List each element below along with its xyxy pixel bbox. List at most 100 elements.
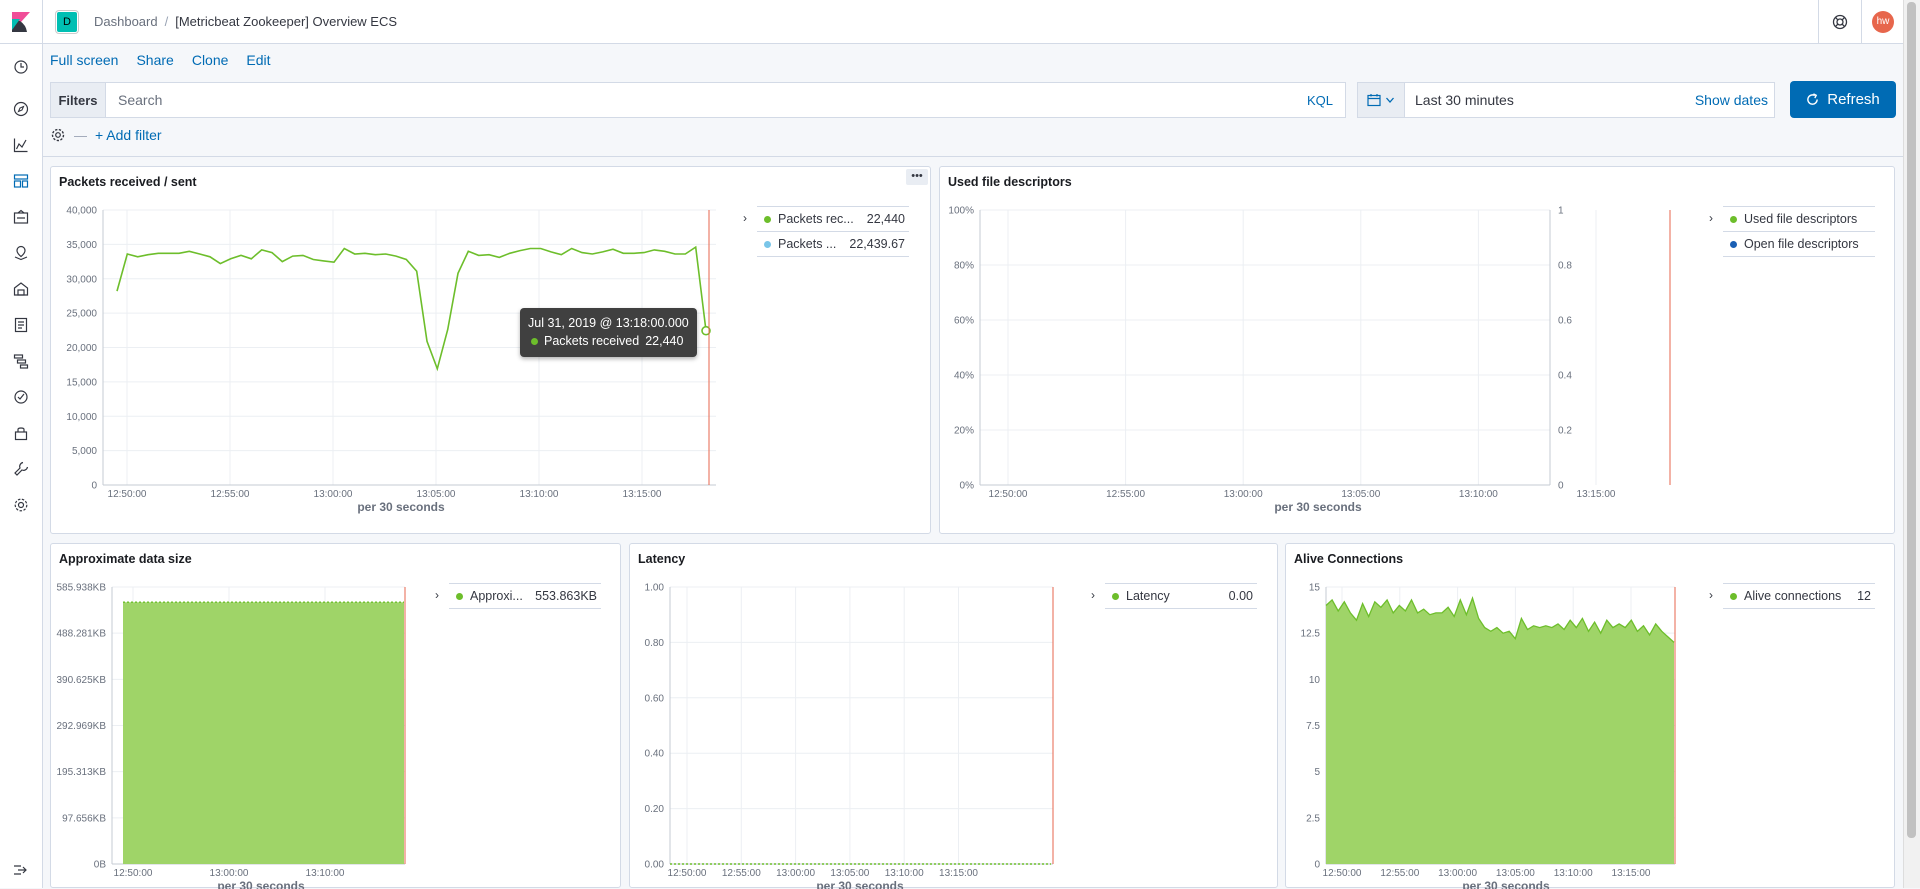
- legend-toggle-button[interactable]: ›: [1091, 588, 1095, 602]
- y-tick-label: 12.5: [1301, 629, 1321, 640]
- nav-management[interactable]: [12, 496, 30, 514]
- page-scrollbar[interactable]: [1903, 0, 1920, 888]
- legend-item[interactable]: Alive connections 12: [1723, 583, 1875, 609]
- y-tick-label: 80%: [954, 261, 974, 272]
- y-tick-label: 0.00: [645, 860, 665, 871]
- legend: Approxi... 553.863KB: [449, 583, 601, 609]
- kibana-logo[interactable]: [0, 0, 43, 43]
- legend: Packets rec... 22,440 Packets ... 22,439…: [757, 206, 909, 257]
- y-tick-label: 390.625KB: [57, 675, 107, 686]
- legend-item[interactable]: Approxi... 553.863KB: [449, 583, 601, 609]
- x-tick-label: 13:10:00: [1459, 489, 1498, 500]
- legend-toggle-button[interactable]: ›: [743, 211, 747, 225]
- dashboard-icon: [13, 174, 29, 188]
- x-tick-label: 13:15:00: [1612, 868, 1651, 879]
- nav-logs[interactable]: [12, 316, 30, 334]
- top-header: D Dashboard / [Metricbeat Zookeeper] Ove…: [0, 0, 1904, 44]
- scrollbar-thumb[interactable]: [1907, 2, 1916, 838]
- help-menu-button[interactable]: [1818, 0, 1861, 43]
- edit-link[interactable]: Edit: [246, 52, 270, 68]
- series-area: [123, 602, 404, 864]
- breadcrumb-dashboard[interactable]: Dashboard: [94, 14, 158, 29]
- time-range-label[interactable]: Last 30 minutes: [1405, 92, 1695, 108]
- y-tick-label: 40,000: [66, 206, 97, 217]
- y-tick-label: 97.656KB: [62, 813, 106, 824]
- y-tick-label: 2.5: [1306, 813, 1320, 824]
- kql-toggle[interactable]: KQL: [1307, 93, 1333, 108]
- tooltip-label: Packets received: [544, 334, 640, 348]
- nav-uptime[interactable]: [12, 388, 30, 406]
- full-screen-link[interactable]: Full screen: [50, 52, 118, 68]
- legend: Used file descriptors Open file descript…: [1723, 206, 1875, 257]
- nav-siem[interactable]: [12, 424, 30, 442]
- nav-apm[interactable]: [12, 352, 30, 370]
- search-input[interactable]: [106, 84, 1307, 116]
- clock-icon: [14, 60, 28, 74]
- y-tick-label: 20,000: [66, 343, 97, 354]
- maps-icon: [14, 245, 28, 261]
- panel-data-size: Approximate data size 0B 97.656KB 195.313K…: [50, 543, 621, 889]
- avatar: hw: [1872, 10, 1894, 33]
- x-tick-label: 13:10:00: [1554, 868, 1593, 879]
- help-icon: [1832, 14, 1848, 29]
- lock-icon: [14, 427, 28, 441]
- y-tick-label-right: 0.4: [1558, 371, 1572, 382]
- legend-dot: [1112, 592, 1119, 600]
- nav-dev-tools[interactable]: [12, 460, 30, 478]
- legend-toggle-button[interactable]: ›: [1709, 588, 1713, 602]
- legend-toggle-button[interactable]: ›: [1709, 211, 1713, 225]
- x-tick-label: 12:50:00: [108, 489, 147, 500]
- legend-item[interactable]: Used file descriptors: [1723, 206, 1875, 232]
- x-tick-label: 13:15:00: [939, 868, 978, 879]
- x-tick-label: 12:55:00: [1106, 489, 1145, 500]
- legend-value: 22,440: [866, 212, 905, 226]
- nav-recently-viewed[interactable]: [12, 58, 30, 76]
- wrench-icon: [14, 461, 29, 476]
- collapse-arrow-icon: [14, 865, 27, 875]
- quick-select-button[interactable]: [1358, 83, 1405, 117]
- y-tick-label: 488.281KB: [57, 629, 107, 640]
- nav-discover[interactable]: [12, 100, 30, 118]
- x-tick-label: 13:15:00: [623, 489, 662, 500]
- legend-toggle-button[interactable]: ›: [435, 588, 439, 602]
- nav-dashboard[interactable]: [12, 172, 30, 190]
- show-dates-link[interactable]: Show dates: [1695, 92, 1768, 108]
- kibana-logo-icon: [12, 11, 30, 32]
- legend-item[interactable]: Packets rec... 22,440: [757, 206, 909, 232]
- x-tick-label: 13:00:00: [776, 868, 815, 879]
- x-tick-label: 13:00:00: [314, 489, 353, 500]
- add-filter-button[interactable]: + Add filter: [95, 127, 162, 143]
- legend-item[interactable]: Packets ... 22,439.67: [757, 231, 909, 257]
- user-menu-button[interactable]: hw: [1861, 0, 1904, 43]
- logs-icon: [14, 317, 28, 333]
- y-tick-label: 10: [1309, 675, 1321, 686]
- y-tick-label: 0.60: [645, 693, 665, 704]
- y-tick-label: 5: [1314, 767, 1320, 778]
- y-tick-label: 5,000: [72, 446, 97, 457]
- x-tick-label: 12:50:00: [1323, 868, 1362, 879]
- y-tick-label: 0: [91, 481, 97, 492]
- legend-name: Packets rec...: [778, 212, 854, 226]
- filters-label: Filters: [51, 83, 106, 117]
- nav-canvas[interactable]: [12, 208, 30, 226]
- x-tick-label: 13:00:00: [1438, 868, 1477, 879]
- y-tick-label: 1.00: [645, 583, 665, 594]
- y-tick-label: 15,000: [66, 377, 97, 388]
- space-initial: D: [63, 15, 71, 28]
- x-tick-label: 12:50:00: [114, 868, 153, 879]
- nav-visualize[interactable]: [12, 136, 30, 154]
- gear-icon[interactable]: [50, 127, 66, 143]
- nav-maps[interactable]: [12, 244, 30, 262]
- legend-item[interactable]: Latency 0.00: [1105, 583, 1257, 609]
- y-tick-label-right: 0.8: [1558, 261, 1572, 272]
- space-avatar[interactable]: D: [56, 10, 78, 33]
- refresh-icon: [1807, 93, 1819, 105]
- legend-item[interactable]: Open file descriptors: [1723, 231, 1875, 257]
- y-tick-label: 292.969KB: [57, 721, 107, 732]
- share-link[interactable]: Share: [136, 52, 173, 68]
- side-navigation: [0, 44, 43, 888]
- nav-collapse-button[interactable]: [12, 862, 30, 880]
- clone-link[interactable]: Clone: [192, 52, 229, 68]
- refresh-button[interactable]: Refresh: [1790, 81, 1896, 118]
- nav-infrastructure[interactable]: [12, 280, 30, 298]
